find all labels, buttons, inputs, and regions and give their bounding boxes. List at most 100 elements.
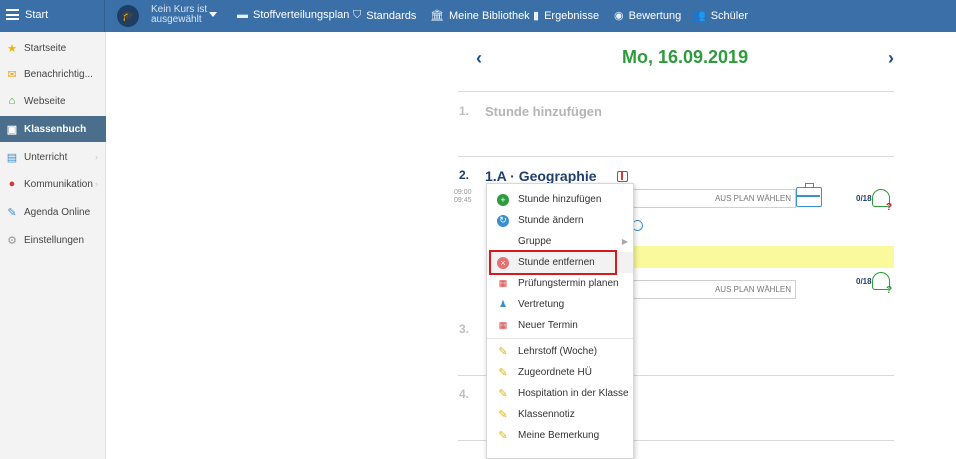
highlight-annotation xyxy=(489,250,617,275)
question-mark-icon: ? xyxy=(886,202,893,213)
library-icon: 🏛 xyxy=(430,10,444,22)
sidebar-item-label: Klassenbuch xyxy=(24,123,87,135)
substitution-icon: ♟ xyxy=(498,299,508,309)
chat-icon: ● xyxy=(8,178,16,190)
sidebar-item-label: Benachrichtig... xyxy=(24,68,93,80)
lesson-number: 2. xyxy=(459,168,470,182)
top-bar: Start 🎓 Kein Kurs ist ausgewählt ▬ Stoff… xyxy=(0,0,956,32)
sidebar-item-einstellungen[interactable]: ⚙ Einstellungen xyxy=(0,227,106,253)
nav-meine-bibliothek[interactable]: 🏛 Meine Bibliothek xyxy=(430,9,530,23)
menu-item-new-appointment[interactable]: ▦ Neuer Termin xyxy=(487,315,633,336)
sidebar-item-webseite[interactable]: ⌂ Webseite xyxy=(0,88,106,114)
sidebar-item-agenda-online[interactable]: ✎ Agenda Online xyxy=(0,199,106,225)
book-icon[interactable] xyxy=(617,171,628,182)
question-mark-icon: ? xyxy=(886,285,893,296)
refresh-icon: ↻ xyxy=(497,214,509,227)
add-icon: + xyxy=(497,193,509,206)
nav-stoffverteilungsplan[interactable]: ▬ Stoffverteilungsplan xyxy=(237,9,349,21)
calendar-icon: ▦ xyxy=(498,278,508,288)
menu-item-label: Stunde ändern xyxy=(518,215,584,226)
menu-item-class-note[interactable]: ✎ Klassennotiz xyxy=(487,404,633,425)
choose-from-plan-button[interactable]: AUS PLAN WÄHLEN xyxy=(632,189,796,208)
briefcase-icon[interactable] xyxy=(796,183,822,207)
menu-item-change-lesson[interactable]: ↻ Stunde ändern xyxy=(487,210,633,231)
nav-schueler[interactable]: 👥 Schüler xyxy=(692,9,748,23)
choose-from-plan-button[interactable]: AUS PLAN WÄHLEN xyxy=(632,280,796,299)
lesson-note-bar xyxy=(632,246,894,268)
home-icon: ⌂ xyxy=(8,95,16,107)
sidebar-item-benachrichtigungen[interactable]: ✉ Benachrichtig... xyxy=(0,61,106,87)
shield-icon: ⛉ xyxy=(353,9,362,21)
nav-label: Stoffverteilungsplan xyxy=(253,9,350,21)
pen-icon: ✎ xyxy=(498,367,508,379)
lesson-end-time: 09:45 xyxy=(454,197,472,204)
chevron-right-icon: › xyxy=(95,179,98,189)
start-link[interactable]: Start xyxy=(25,9,48,21)
sidebar: ★ Startseite ✉ Benachrichtig... ⌂ Websei… xyxy=(0,32,106,459)
menu-item-teaching-material[interactable]: ✎ Lehrstoff (Woche) xyxy=(487,341,633,362)
menu-item-label: Neuer Termin xyxy=(518,320,578,331)
pen-icon: ✎ xyxy=(498,388,508,400)
nav-ergebnisse[interactable]: ▮ Ergebnisse xyxy=(533,9,600,23)
nav-label: Ergebnisse xyxy=(544,9,600,22)
classbook-icon: ▣ xyxy=(6,123,18,136)
menu-item-class-observation[interactable]: ✎ Hospitation in der Klasse xyxy=(487,383,633,404)
menu-item-group[interactable]: Gruppe ▶ xyxy=(487,231,633,252)
chart-icon: ▮ xyxy=(533,10,540,22)
menu-item-label: Stunde hinzufügen xyxy=(518,194,602,205)
menu-item-label: Gruppe xyxy=(518,236,552,247)
divider xyxy=(458,91,894,92)
menu-item-label: Vertretung xyxy=(518,299,565,310)
menu-item-label: Lehrstoff (Woche) xyxy=(518,346,598,357)
nav-label: Standards xyxy=(366,9,417,22)
nav-label: Bewertung xyxy=(628,9,682,22)
pen-icon: ✎ xyxy=(7,206,17,219)
nav-bewertung[interactable]: ◉ Bewertung xyxy=(614,9,682,23)
sidebar-item-label: Startseite xyxy=(24,42,67,54)
menu-item-substitution[interactable]: ♟ Vertretung xyxy=(487,294,633,315)
nav-label: Meine Bibliothek xyxy=(448,9,530,22)
sidebar-item-klassenbuch[interactable]: ▣ Klassenbuch xyxy=(0,116,106,142)
sidebar-item-label: Unterricht xyxy=(24,151,68,163)
menu-item-plan-exam[interactable]: ▦ Prüfungstermin planen xyxy=(487,273,633,294)
students-icon: 👥 xyxy=(692,10,706,22)
menu-item-label: Prüfungstermin planen xyxy=(518,278,619,289)
lesson-number: 4. xyxy=(459,387,470,401)
nav-label: Schüler xyxy=(710,9,748,22)
sidebar-item-kommunikation[interactable]: ● Kommunikation › xyxy=(0,171,106,197)
course-selector[interactable]: Kein Kurs ist ausgewählt xyxy=(151,5,211,25)
lesson-title[interactable]: 1.A · Geographie xyxy=(485,168,597,184)
menu-item-label: Klassennotiz xyxy=(518,409,575,420)
attendance-count: 0/18 xyxy=(856,277,872,286)
lesson-context-menu: + Stunde hinzufügen ↻ Stunde ändern Grup… xyxy=(486,183,634,459)
sidebar-item-startseite[interactable]: ★ Startseite xyxy=(0,35,106,61)
menu-item-assigned-homework[interactable]: ✎ Zugeordnete HÜ xyxy=(487,362,633,383)
envelope-icon: ✉ xyxy=(7,68,17,81)
graduation-cap-icon[interactable]: 🎓 xyxy=(117,5,139,27)
menu-item-my-remark[interactable]: ✎ Meine Bemerkung xyxy=(487,425,633,446)
chevron-down-icon[interactable] xyxy=(209,12,217,17)
menu-item-add-lesson[interactable]: + Stunde hinzufügen xyxy=(487,189,633,210)
hamburger-icon[interactable] xyxy=(6,9,19,20)
sidebar-item-label: Agenda Online xyxy=(24,206,91,218)
lesson-start-time: 09:00 xyxy=(454,189,472,196)
previous-day-button[interactable]: ‹ xyxy=(476,48,482,69)
sidebar-item-unterricht[interactable]: ▤ Unterricht › xyxy=(0,144,106,170)
blank-icon xyxy=(497,236,509,248)
add-lesson-link[interactable]: Stunde hinzufügen xyxy=(485,104,602,119)
pen-icon: ✎ xyxy=(498,430,508,442)
divider xyxy=(458,156,894,157)
sidebar-item-label: Kommunikation xyxy=(24,178,93,190)
star-icon: ★ xyxy=(7,42,17,55)
list-icon: ▬ xyxy=(237,9,248,21)
chevron-right-icon: › xyxy=(95,152,98,162)
next-day-button[interactable]: › xyxy=(888,48,894,69)
submenu-arrow-icon: ▶ xyxy=(621,237,628,246)
gear-icon: ⚙ xyxy=(7,234,17,247)
menu-item-label: Meine Bemerkung xyxy=(518,430,600,441)
attendance-count: 0/18 xyxy=(856,194,872,203)
nav-standards[interactable]: ⛉ Standards xyxy=(353,9,416,22)
menu-item-label: Zugeordnete HÜ xyxy=(518,367,592,378)
lesson-number: 1. xyxy=(459,104,470,118)
divider xyxy=(104,0,105,32)
